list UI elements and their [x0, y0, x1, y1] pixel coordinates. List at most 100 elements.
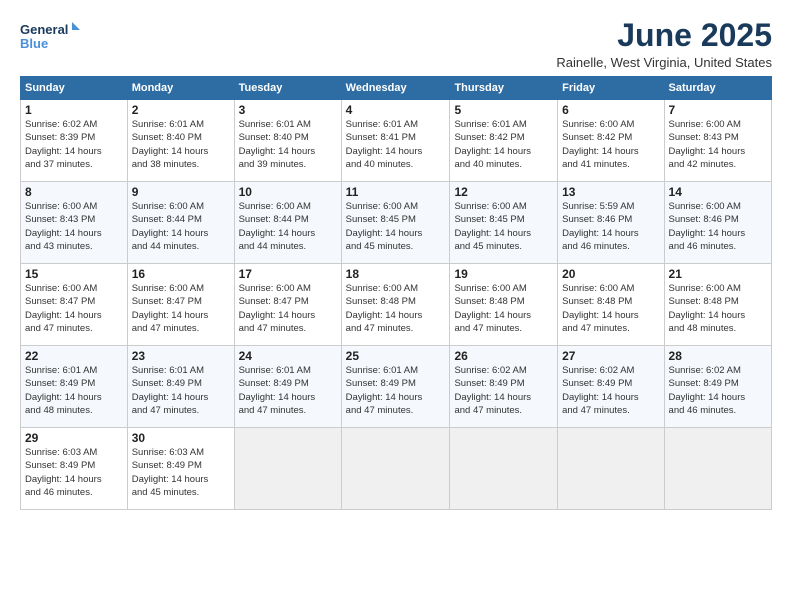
calendar-header-row: SundayMondayTuesdayWednesdayThursdayFrid…: [21, 77, 772, 100]
calendar-day-cell: 24Sunrise: 6:01 AM Sunset: 8:49 PM Dayli…: [234, 346, 341, 428]
calendar-day-cell: 29Sunrise: 6:03 AM Sunset: 8:49 PM Dayli…: [21, 428, 128, 510]
day-detail: Sunrise: 6:02 AM Sunset: 8:49 PM Dayligh…: [669, 364, 767, 417]
day-detail: Sunrise: 6:00 AM Sunset: 8:48 PM Dayligh…: [346, 282, 446, 335]
day-detail: Sunrise: 6:02 AM Sunset: 8:49 PM Dayligh…: [454, 364, 553, 417]
day-number: 28: [669, 349, 767, 363]
calendar-day-cell: 2Sunrise: 6:01 AM Sunset: 8:40 PM Daylig…: [127, 100, 234, 182]
calendar-week-row: 29Sunrise: 6:03 AM Sunset: 8:49 PM Dayli…: [21, 428, 772, 510]
calendar-day-cell: 1Sunrise: 6:02 AM Sunset: 8:39 PM Daylig…: [21, 100, 128, 182]
day-detail: Sunrise: 6:03 AM Sunset: 8:49 PM Dayligh…: [132, 446, 230, 499]
svg-text:Blue: Blue: [20, 36, 48, 51]
calendar-day-header: Friday: [558, 77, 664, 100]
day-number: 8: [25, 185, 123, 199]
day-number: 21: [669, 267, 767, 281]
day-number: 30: [132, 431, 230, 445]
day-detail: Sunrise: 6:01 AM Sunset: 8:40 PM Dayligh…: [132, 118, 230, 171]
calendar-day-cell: 4Sunrise: 6:01 AM Sunset: 8:41 PM Daylig…: [341, 100, 450, 182]
day-detail: Sunrise: 6:00 AM Sunset: 8:44 PM Dayligh…: [239, 200, 337, 253]
day-number: 23: [132, 349, 230, 363]
calendar-day-cell: 28Sunrise: 6:02 AM Sunset: 8:49 PM Dayli…: [664, 346, 771, 428]
day-detail: Sunrise: 6:00 AM Sunset: 8:47 PM Dayligh…: [132, 282, 230, 335]
calendar-day-cell: 8Sunrise: 6:00 AM Sunset: 8:43 PM Daylig…: [21, 182, 128, 264]
day-detail: Sunrise: 6:01 AM Sunset: 8:40 PM Dayligh…: [239, 118, 337, 171]
day-number: 24: [239, 349, 337, 363]
day-detail: Sunrise: 6:03 AM Sunset: 8:49 PM Dayligh…: [25, 446, 123, 499]
day-detail: Sunrise: 6:00 AM Sunset: 8:48 PM Dayligh…: [669, 282, 767, 335]
day-number: 2: [132, 103, 230, 117]
page: General Blue June 2025 Rainelle, West Vi…: [0, 0, 792, 612]
calendar-day-cell: 22Sunrise: 6:01 AM Sunset: 8:49 PM Dayli…: [21, 346, 128, 428]
calendar-day-cell: 20Sunrise: 6:00 AM Sunset: 8:48 PM Dayli…: [558, 264, 664, 346]
day-detail: Sunrise: 6:01 AM Sunset: 8:41 PM Dayligh…: [346, 118, 446, 171]
day-number: 25: [346, 349, 446, 363]
calendar-day-cell: 19Sunrise: 6:00 AM Sunset: 8:48 PM Dayli…: [450, 264, 558, 346]
calendar-day-cell: 3Sunrise: 6:01 AM Sunset: 8:40 PM Daylig…: [234, 100, 341, 182]
day-number: 22: [25, 349, 123, 363]
calendar-day-cell: 9Sunrise: 6:00 AM Sunset: 8:44 PM Daylig…: [127, 182, 234, 264]
day-detail: Sunrise: 6:01 AM Sunset: 8:49 PM Dayligh…: [25, 364, 123, 417]
calendar-day-cell: 26Sunrise: 6:02 AM Sunset: 8:49 PM Dayli…: [450, 346, 558, 428]
day-detail: Sunrise: 6:00 AM Sunset: 8:47 PM Dayligh…: [239, 282, 337, 335]
day-detail: Sunrise: 6:02 AM Sunset: 8:39 PM Dayligh…: [25, 118, 123, 171]
day-number: 16: [132, 267, 230, 281]
calendar-day-cell: 23Sunrise: 6:01 AM Sunset: 8:49 PM Dayli…: [127, 346, 234, 428]
calendar-day-header: Thursday: [450, 77, 558, 100]
calendar-week-row: 15Sunrise: 6:00 AM Sunset: 8:47 PM Dayli…: [21, 264, 772, 346]
day-detail: Sunrise: 6:00 AM Sunset: 8:42 PM Dayligh…: [562, 118, 659, 171]
day-detail: Sunrise: 6:02 AM Sunset: 8:49 PM Dayligh…: [562, 364, 659, 417]
calendar-day-header: Wednesday: [341, 77, 450, 100]
day-detail: Sunrise: 6:00 AM Sunset: 8:44 PM Dayligh…: [132, 200, 230, 253]
calendar-day-cell: 30Sunrise: 6:03 AM Sunset: 8:49 PM Dayli…: [127, 428, 234, 510]
day-number: 15: [25, 267, 123, 281]
subtitle: Rainelle, West Virginia, United States: [556, 55, 772, 70]
day-detail: Sunrise: 6:00 AM Sunset: 8:45 PM Dayligh…: [454, 200, 553, 253]
calendar-week-row: 22Sunrise: 6:01 AM Sunset: 8:49 PM Dayli…: [21, 346, 772, 428]
day-number: 13: [562, 185, 659, 199]
calendar-day-cell: 11Sunrise: 6:00 AM Sunset: 8:45 PM Dayli…: [341, 182, 450, 264]
day-detail: Sunrise: 5:59 AM Sunset: 8:46 PM Dayligh…: [562, 200, 659, 253]
day-detail: Sunrise: 6:01 AM Sunset: 8:42 PM Dayligh…: [454, 118, 553, 171]
day-detail: Sunrise: 6:00 AM Sunset: 8:47 PM Dayligh…: [25, 282, 123, 335]
logo: General Blue: [20, 18, 80, 54]
day-number: 5: [454, 103, 553, 117]
calendar-day-cell: 16Sunrise: 6:00 AM Sunset: 8:47 PM Dayli…: [127, 264, 234, 346]
calendar-day-cell: [450, 428, 558, 510]
day-detail: Sunrise: 6:00 AM Sunset: 8:43 PM Dayligh…: [25, 200, 123, 253]
day-number: 26: [454, 349, 553, 363]
calendar-day-cell: 13Sunrise: 5:59 AM Sunset: 8:46 PM Dayli…: [558, 182, 664, 264]
day-number: 18: [346, 267, 446, 281]
calendar-week-row: 8Sunrise: 6:00 AM Sunset: 8:43 PM Daylig…: [21, 182, 772, 264]
calendar-day-header: Saturday: [664, 77, 771, 100]
day-number: 14: [669, 185, 767, 199]
calendar-day-cell: 27Sunrise: 6:02 AM Sunset: 8:49 PM Dayli…: [558, 346, 664, 428]
calendar-day-header: Sunday: [21, 77, 128, 100]
day-number: 10: [239, 185, 337, 199]
calendar-day-cell: [558, 428, 664, 510]
calendar-day-cell: 12Sunrise: 6:00 AM Sunset: 8:45 PM Dayli…: [450, 182, 558, 264]
main-title: June 2025: [556, 18, 772, 53]
calendar-table: SundayMondayTuesdayWednesdayThursdayFrid…: [20, 76, 772, 510]
day-number: 7: [669, 103, 767, 117]
day-number: 1: [25, 103, 123, 117]
day-number: 3: [239, 103, 337, 117]
day-number: 17: [239, 267, 337, 281]
calendar-day-cell: 14Sunrise: 6:00 AM Sunset: 8:46 PM Dayli…: [664, 182, 771, 264]
day-number: 9: [132, 185, 230, 199]
calendar-day-cell: 6Sunrise: 6:00 AM Sunset: 8:42 PM Daylig…: [558, 100, 664, 182]
day-number: 12: [454, 185, 553, 199]
header: General Blue June 2025 Rainelle, West Vi…: [20, 18, 772, 70]
day-detail: Sunrise: 6:00 AM Sunset: 8:48 PM Dayligh…: [454, 282, 553, 335]
calendar-day-cell: 7Sunrise: 6:00 AM Sunset: 8:43 PM Daylig…: [664, 100, 771, 182]
calendar-day-header: Tuesday: [234, 77, 341, 100]
calendar-day-cell: 21Sunrise: 6:00 AM Sunset: 8:48 PM Dayli…: [664, 264, 771, 346]
day-number: 19: [454, 267, 553, 281]
calendar-day-cell: [341, 428, 450, 510]
calendar-day-cell: 15Sunrise: 6:00 AM Sunset: 8:47 PM Dayli…: [21, 264, 128, 346]
day-detail: Sunrise: 6:00 AM Sunset: 8:43 PM Dayligh…: [669, 118, 767, 171]
day-detail: Sunrise: 6:00 AM Sunset: 8:46 PM Dayligh…: [669, 200, 767, 253]
calendar-day-header: Monday: [127, 77, 234, 100]
day-number: 6: [562, 103, 659, 117]
logo-svg: General Blue: [20, 18, 80, 54]
day-detail: Sunrise: 6:01 AM Sunset: 8:49 PM Dayligh…: [239, 364, 337, 417]
calendar-day-cell: 10Sunrise: 6:00 AM Sunset: 8:44 PM Dayli…: [234, 182, 341, 264]
